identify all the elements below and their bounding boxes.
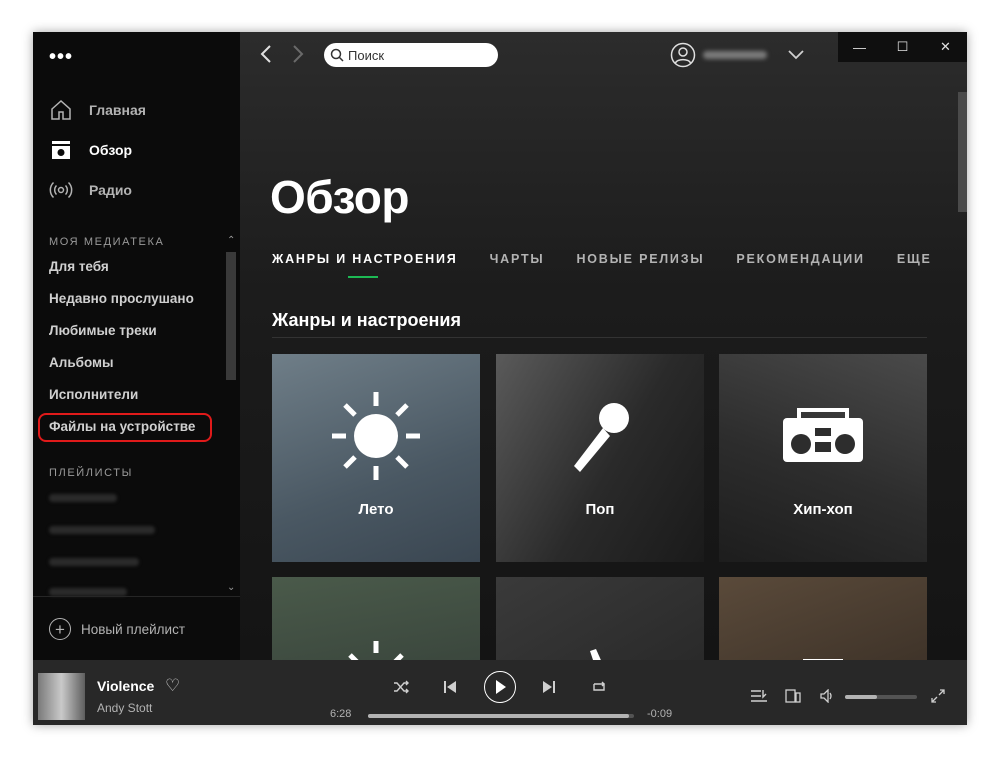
nav-home[interactable]: Главная: [49, 98, 146, 122]
library-header: МОЯ МЕДИАТЕКА: [49, 236, 165, 248]
genre-tile-hiphop[interactable]: Хип-хоп: [719, 354, 927, 562]
playlist-item[interactable]: [49, 526, 155, 534]
tile-label: Лето: [358, 501, 394, 518]
heart-icon[interactable]: ♡: [165, 676, 180, 696]
library-item-for-you[interactable]: Для тебя: [49, 259, 109, 274]
tab-genres[interactable]: ЖАНРЫ И НАСТРОЕНИЯ: [272, 252, 458, 278]
sidebar-scrollbar[interactable]: [226, 252, 236, 380]
queue-icon[interactable]: [751, 689, 767, 703]
next-icon[interactable]: [543, 681, 555, 693]
devices-icon[interactable]: [785, 688, 801, 704]
search-icon: [330, 48, 344, 62]
new-playlist-button[interactable]: + Новый плейлист: [49, 618, 185, 640]
library-item-liked[interactable]: Любимые треки: [49, 323, 157, 338]
window-controls: — ☐ ✕: [838, 32, 967, 62]
sun-icon: [332, 392, 420, 480]
scroll-up-icon[interactable]: ⌃: [227, 235, 235, 246]
progress-bar[interactable]: [368, 714, 634, 718]
tab-new-releases[interactable]: НОВЫЕ РЕЛИЗЫ: [576, 252, 704, 266]
previous-icon[interactable]: [444, 681, 456, 693]
boombox-icon: [783, 408, 863, 462]
album-cover[interactable]: [38, 673, 85, 720]
volume-fill: [845, 695, 878, 699]
player-bar: Violence ♡ Andy Stott 6:28 -0:09: [33, 660, 967, 725]
spotify-window: ••• Главная Обзор Радио МОЯ МЕДИАТЕКА ⌃ …: [33, 32, 967, 725]
page-title: Обзор: [270, 171, 410, 223]
radio-icon: [49, 181, 73, 199]
divider: [272, 337, 927, 338]
nav-radio[interactable]: Радио: [49, 178, 132, 202]
search-placeholder: Поиск: [348, 47, 385, 63]
highlight-box: [38, 413, 212, 442]
user-menu-button[interactable]: [788, 44, 804, 65]
playlist-item[interactable]: [49, 588, 127, 596]
nav-radio-label: Радио: [89, 182, 132, 198]
tile-label: Поп: [585, 501, 615, 518]
play-icon: [496, 680, 506, 694]
chevron-right-icon: [293, 45, 304, 63]
playlist-item[interactable]: [49, 494, 117, 502]
close-button[interactable]: ✕: [924, 32, 967, 62]
plus-icon: +: [49, 618, 71, 640]
genre-tile-pop[interactable]: Поп: [496, 354, 704, 562]
nav-home-label: Главная: [89, 102, 146, 118]
minimize-button[interactable]: —: [838, 32, 881, 62]
tile-label: Хип-хоп: [793, 501, 853, 518]
section-title: Жанры и настроения: [272, 310, 461, 330]
genre-tile-summer[interactable]: Лето: [272, 354, 480, 562]
track-title[interactable]: Violence: [97, 678, 154, 694]
library-item-recent[interactable]: Недавно прослушано: [49, 291, 194, 306]
main-scrollbar[interactable]: [958, 92, 967, 212]
user-avatar-icon[interactable]: [670, 42, 696, 68]
maximize-button[interactable]: ☐: [881, 32, 924, 62]
library-item-albums[interactable]: Альбомы: [49, 355, 114, 370]
sidebar: ••• Главная Обзор Радио МОЯ МЕДИАТЕКА ⌃ …: [33, 32, 240, 660]
nav-browse-label: Обзор: [89, 142, 133, 158]
shuffle-icon[interactable]: [393, 680, 409, 694]
chevron-left-icon: [260, 45, 271, 63]
volume-icon[interactable]: [820, 689, 834, 703]
more-options-icon[interactable]: •••: [49, 47, 73, 67]
search-input[interactable]: Поиск: [324, 43, 498, 67]
new-playlist-label: Новый плейлист: [81, 621, 186, 637]
chevron-down-icon: [788, 50, 804, 60]
divider: [33, 596, 240, 597]
tab-charts[interactable]: ЧАРТЫ: [490, 252, 545, 266]
remaining-time: -0:09: [647, 708, 673, 720]
track-artist[interactable]: Andy Stott: [97, 701, 152, 715]
tab-more[interactable]: ЕЩЕ: [897, 252, 932, 266]
volume-slider[interactable]: [845, 695, 917, 699]
browse-icon: [52, 141, 70, 159]
play-button[interactable]: [484, 671, 516, 703]
tab-recommendations[interactable]: РЕКОМЕНДАЦИИ: [736, 252, 864, 266]
library-item-artists[interactable]: Исполнители: [49, 387, 138, 402]
repeat-icon[interactable]: [591, 680, 607, 694]
main-content: Поиск — ☐ ✕ Обзор ЖАНРЫ И НАСТРОЕНИЯ ЧАР…: [240, 32, 967, 725]
playlists-header: ПЛЕЙЛИСТЫ: [49, 467, 133, 479]
scroll-down-icon[interactable]: ⌄: [227, 582, 235, 593]
playlist-item[interactable]: [49, 558, 139, 566]
elapsed-time: 6:28: [330, 708, 352, 720]
home-icon: [51, 99, 71, 120]
fullscreen-icon[interactable]: [931, 689, 945, 703]
browse-tabs: ЖАНРЫ И НАСТРОЕНИЯ ЧАРТЫ НОВЫЕ РЕЛИЗЫ РЕ…: [272, 252, 932, 278]
progress-fill: [368, 714, 629, 718]
nav-browse[interactable]: Обзор: [49, 138, 132, 162]
back-button[interactable]: [260, 44, 272, 68]
forward-button[interactable]: [292, 44, 304, 68]
microphone-icon: [574, 403, 629, 472]
user-name[interactable]: [703, 51, 767, 59]
